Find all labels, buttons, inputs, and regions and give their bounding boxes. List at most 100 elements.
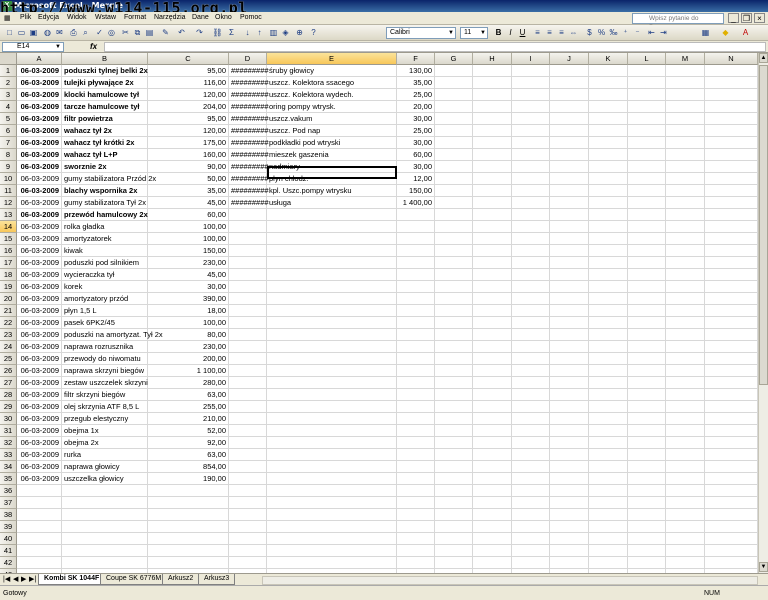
cell-k27[interactable] — [589, 377, 628, 389]
cell-b22[interactable]: pasek 6PK2/45 — [62, 317, 148, 329]
cell-b13[interactable]: przewód hamulcowy 2x — [62, 209, 148, 221]
cell-c20[interactable]: 390,00 — [148, 293, 229, 305]
cell-h16[interactable] — [473, 245, 512, 257]
cell-i39[interactable] — [512, 521, 550, 533]
cell-j16[interactable] — [550, 245, 589, 257]
cell-g26[interactable] — [435, 365, 473, 377]
cell-m2[interactable] — [666, 77, 705, 89]
cell-l28[interactable] — [628, 389, 666, 401]
menu-help[interactable]: Pomoc — [240, 14, 262, 21]
cell-f6[interactable]: 25,00 — [397, 125, 435, 137]
cell-m28[interactable] — [666, 389, 705, 401]
cell-k12[interactable] — [589, 197, 628, 209]
cell-b38[interactable] — [62, 509, 148, 521]
cell-c31[interactable]: 52,00 — [148, 425, 229, 437]
cell-a6[interactable]: 06-03-2009 — [17, 125, 62, 137]
cell-m20[interactable] — [666, 293, 705, 305]
column-header-g[interactable]: G — [435, 53, 473, 65]
first-sheet-icon[interactable]: |◀ — [3, 575, 10, 583]
cell-i12[interactable] — [512, 197, 550, 209]
cell-c8[interactable]: 160,00 — [148, 149, 229, 161]
cell-h24[interactable] — [473, 341, 512, 353]
italic-icon[interactable]: I — [505, 27, 516, 38]
row-header[interactable]: 36 — [0, 485, 17, 497]
menu-edit[interactable]: Edycja — [38, 14, 59, 21]
cell-i17[interactable] — [512, 257, 550, 269]
cell-h13[interactable] — [473, 209, 512, 221]
cell-j2[interactable] — [550, 77, 589, 89]
cell-h20[interactable] — [473, 293, 512, 305]
cell-d4[interactable]: ######### — [229, 101, 269, 113]
research-icon[interactable]: ◎ — [106, 27, 117, 38]
increase-indent-icon[interactable]: ⇥ — [658, 27, 669, 38]
cell-h15[interactable] — [473, 233, 512, 245]
cell-a4[interactable]: 06-03-2009 — [17, 101, 62, 113]
cell-g16[interactable] — [435, 245, 473, 257]
column-header-e[interactable]: E — [267, 53, 397, 65]
cell-n31[interactable] — [705, 425, 758, 437]
cell-k29[interactable] — [589, 401, 628, 413]
cell-d40[interactable] — [229, 533, 267, 545]
cell-c15[interactable]: 100,00 — [148, 233, 229, 245]
cell-a14[interactable]: 06-03-2009 — [17, 221, 62, 233]
cell-a37[interactable] — [17, 497, 62, 509]
cell-j5[interactable] — [550, 113, 589, 125]
cell-c39[interactable] — [148, 521, 229, 533]
cell-n3[interactable] — [705, 89, 758, 101]
cell-m37[interactable] — [666, 497, 705, 509]
cell-b19[interactable]: korek — [62, 281, 148, 293]
spelling-icon[interactable]: ✓ — [94, 27, 105, 38]
column-header-i[interactable]: I — [512, 53, 550, 65]
cell-i28[interactable] — [512, 389, 550, 401]
row-header[interactable]: 15 — [0, 233, 17, 245]
cell-f39[interactable] — [397, 521, 435, 533]
cell-f15[interactable] — [397, 233, 435, 245]
font-color-icon[interactable]: A — [740, 27, 751, 38]
row-header[interactable]: 26 — [0, 365, 17, 377]
cell-i9[interactable] — [512, 161, 550, 173]
cell-f30[interactable] — [397, 413, 435, 425]
cell-d8[interactable]: ######### — [229, 149, 269, 161]
formula-input[interactable] — [104, 42, 766, 52]
cell-l8[interactable] — [628, 149, 666, 161]
row-header[interactable]: 11 — [0, 185, 17, 197]
cell-e16[interactable] — [267, 245, 397, 257]
cell-b3[interactable]: klocki hamulcowe tył — [62, 89, 148, 101]
cell-n37[interactable] — [705, 497, 758, 509]
row-header[interactable]: 20 — [0, 293, 17, 305]
cell-e26[interactable] — [267, 365, 397, 377]
cell-e7[interactable]: podkładki pod wtryski — [267, 137, 397, 149]
cell-f29[interactable] — [397, 401, 435, 413]
cell-b11[interactable]: blachy wspornika 2x — [62, 185, 148, 197]
help-icon[interactable]: ? — [308, 27, 319, 38]
cell-h39[interactable] — [473, 521, 512, 533]
cell-k28[interactable] — [589, 389, 628, 401]
cell-i2[interactable] — [512, 77, 550, 89]
save-icon[interactable]: ▣ — [28, 27, 39, 38]
cell-g9[interactable] — [435, 161, 473, 173]
cell-n38[interactable] — [705, 509, 758, 521]
cell-a15[interactable]: 06-03-2009 — [17, 233, 62, 245]
cell-m9[interactable] — [666, 161, 705, 173]
cell-e28[interactable] — [267, 389, 397, 401]
cell-b17[interactable]: poduszki pod silnikiem — [62, 257, 148, 269]
new-icon[interactable]: □ — [4, 27, 15, 38]
cell-j30[interactable] — [550, 413, 589, 425]
cell-f24[interactable] — [397, 341, 435, 353]
cell-j33[interactable] — [550, 449, 589, 461]
cell-e34[interactable] — [267, 461, 397, 473]
row-header[interactable]: 31 — [0, 425, 17, 437]
cell-h21[interactable] — [473, 305, 512, 317]
cell-n36[interactable] — [705, 485, 758, 497]
column-header-c[interactable]: C — [148, 53, 229, 65]
help-question-input[interactable]: Wpisz pytanie do Pomocy — [632, 13, 724, 31]
cell-f11[interactable]: 150,00 — [397, 185, 435, 197]
row-header[interactable]: 17 — [0, 257, 17, 269]
cell-i41[interactable] — [512, 545, 550, 557]
cell-m40[interactable] — [666, 533, 705, 545]
cell-i38[interactable] — [512, 509, 550, 521]
cell-n1[interactable] — [705, 65, 758, 77]
cell-b39[interactable] — [62, 521, 148, 533]
cell-f27[interactable] — [397, 377, 435, 389]
cell-b34[interactable]: naprawa głowicy — [62, 461, 148, 473]
